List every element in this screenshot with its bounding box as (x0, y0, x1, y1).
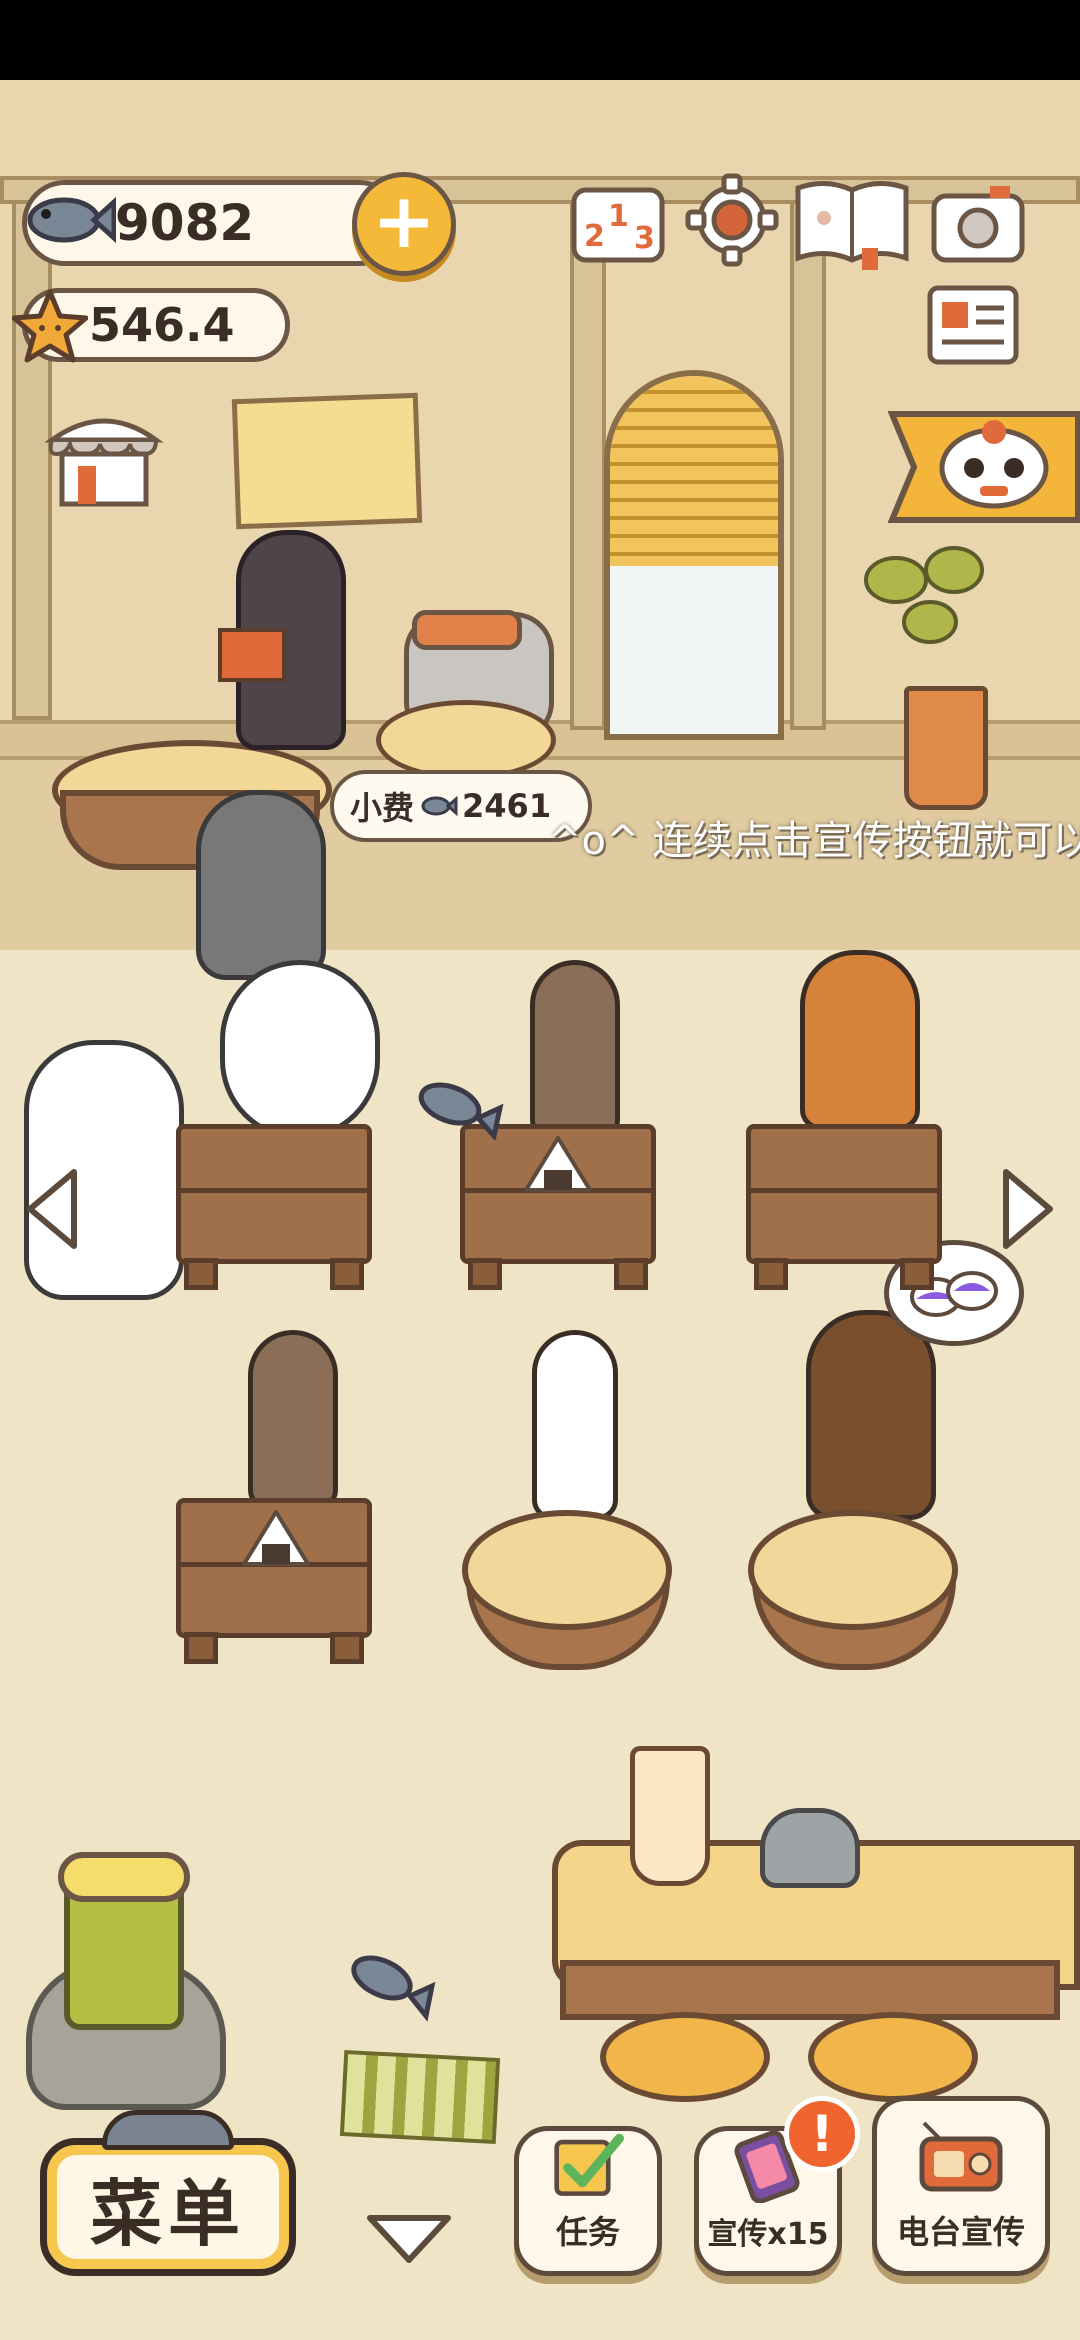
coffee-counter-side (560, 1960, 1060, 2020)
tasks-label: 任务 (555, 2213, 620, 2251)
svg-text:3: 3 (634, 221, 655, 256)
grass-mat (339, 2049, 501, 2145)
left-arrow-icon (27, 1169, 77, 1249)
settings-gear-icon[interactable] (684, 172, 780, 268)
table-leg (184, 1632, 218, 1664)
chevron-down-icon (367, 2215, 451, 2263)
deer-customer[interactable] (800, 950, 920, 1130)
cushion-seat[interactable] (600, 2012, 770, 2102)
mouse-customer[interactable] (196, 790, 326, 980)
cafe-window (604, 370, 784, 740)
radio-icon (919, 2121, 1003, 2192)
brown-rabbit-customer[interactable] (248, 1330, 338, 1510)
newspaper-icon[interactable] (924, 280, 1022, 372)
bear-customer[interactable] (806, 1310, 936, 1520)
tip-jar-lid (412, 610, 522, 650)
scroll-right-button[interactable] (996, 1164, 1060, 1254)
guestbook-icon[interactable] (792, 172, 912, 272)
coffee-dripper (630, 1746, 710, 1886)
fish-count: 9082 (115, 194, 255, 252)
promote-label: 宣传x15 (707, 2217, 829, 2252)
coffee-kettle (760, 1808, 860, 1888)
stump-table[interactable] (462, 1510, 672, 1630)
radio-promote-label: 电台宣传 (896, 2213, 1025, 2251)
potted-plant-leaves (860, 540, 990, 644)
promote-alert-badge: ! (784, 2096, 860, 2172)
dining-table[interactable] (176, 1124, 372, 1264)
white-rabbit-customer[interactable] (532, 1330, 618, 1520)
rice-ball-dish (240, 1508, 312, 1570)
table-leg (330, 1632, 364, 1664)
svg-text:2: 2 (584, 219, 605, 254)
svg-text:1: 1 (608, 199, 629, 234)
table-leg (754, 1258, 788, 1290)
plant-pot (904, 686, 988, 810)
table-leg (184, 1258, 218, 1290)
ranking-icon[interactable]: 213 (570, 176, 666, 268)
menu-button[interactable]: 菜单 (40, 2138, 296, 2276)
task-checkbox-icon (554, 2133, 624, 2196)
promo-marquee: ^o^ 连续点击宣传按钮就可以 (548, 808, 1080, 868)
fish-pickup[interactable] (342, 1942, 438, 2022)
sheep-customer[interactable] (220, 960, 380, 1140)
shop-icon[interactable] (44, 400, 164, 510)
brown-rabbit-customer[interactable] (530, 960, 620, 1140)
wall-post (790, 200, 826, 730)
camera-icon[interactable] (930, 180, 1026, 266)
lion-dance-event-icon[interactable] (888, 404, 1080, 530)
cushion-seat[interactable] (808, 2012, 978, 2102)
fish-icon (418, 791, 458, 821)
rice-ball-dish (522, 1134, 594, 1196)
menu-book (218, 628, 286, 682)
forest-poster (231, 392, 423, 530)
collapse-toggle[interactable] (364, 2208, 454, 2268)
marquee-text: ^o^ 连续点击宣传按钮就可以 (548, 818, 1080, 864)
tasks-button[interactable]: 任务 (514, 2126, 662, 2276)
bamboo-jar-lid (58, 1852, 190, 1902)
wall-post (570, 200, 606, 730)
right-arrow-icon (1003, 1169, 1053, 1249)
status-bar (0, 0, 1080, 80)
tip-jar-stand (376, 700, 556, 780)
stump-table[interactable] (748, 1510, 958, 1630)
add-fish-button[interactable]: + (352, 172, 456, 276)
star-rating-value: 546.4 (89, 298, 235, 352)
plus-icon: + (372, 176, 436, 265)
scroll-left-button[interactable] (20, 1164, 84, 1254)
table-leg (468, 1258, 502, 1290)
menu-clip (102, 2110, 234, 2150)
alert-icon: ! (810, 2105, 834, 2163)
menu-label: 菜单 (89, 2171, 246, 2256)
fish-pickup[interactable] (408, 1068, 504, 1142)
star-icon (11, 288, 89, 364)
radio-promote-button[interactable]: 电台宣传 (872, 2096, 1050, 2276)
tip-amount: 2461 (462, 787, 552, 825)
fish-icon (20, 180, 117, 260)
table-leg (330, 1258, 364, 1290)
table-leg (900, 1258, 934, 1290)
tip-label: 小费 (350, 789, 415, 827)
dining-table[interactable] (746, 1124, 942, 1264)
table-leg (614, 1258, 648, 1290)
